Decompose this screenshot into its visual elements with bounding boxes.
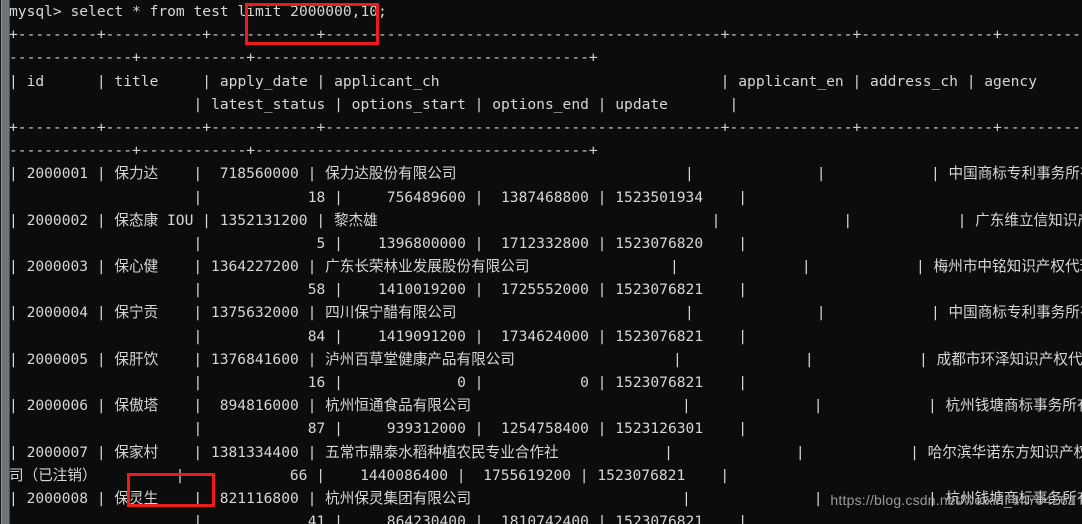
- table-row[interactable]: | 2000004 | 保宁贡 | 1375632000 | 四川保宁醋有限公司…: [9, 301, 1082, 324]
- table-row-continuation[interactable]: | 58 | 1410019200 | 1725552000 | 1523076…: [9, 278, 1082, 301]
- separator-top-b: --------------+------------+------------…: [9, 49, 598, 67]
- terminal-window: mysql> select * from test limit 2000000,…: [0, 0, 1082, 524]
- separator-header-a: +---------+-----------+------------+----…: [9, 118, 1082, 136]
- table-header-line-2: | latest_status | options_start | option…: [9, 95, 739, 113]
- table-row-continuation[interactable]: 司（已注销） | 66 | 1440086400 | 1755619200 | …: [9, 464, 1082, 487]
- table-row-continuation[interactable]: | 18 | 756489600 | 1387468800 | 15235019…: [9, 186, 1082, 209]
- scrollbar-track[interactable]: [0, 0, 10, 524]
- table-row[interactable]: | 2000006 | 保傲塔 | 894816000 | 杭州恒通食品有限公司…: [9, 394, 1082, 417]
- terminal-output[interactable]: mysql> select * from test limit 2000000,…: [9, 0, 1082, 524]
- table-row-continuation[interactable]: | 84 | 1419091200 | 1734624000 | 1523076…: [9, 325, 1082, 348]
- watermark-url: https://blog.csdn.net/weixin_44704261: [830, 492, 1076, 508]
- command-line[interactable]: mysql> select * from test limit 2000000,…: [9, 0, 1082, 23]
- table-row-continuation[interactable]: | 5 | 1396800000 | 1712332800 | 15230768…: [9, 232, 1082, 255]
- table-row[interactable]: | 2000005 | 保肝饮 | 1376841600 | 泸州百草堂健康产品…: [9, 348, 1082, 371]
- table-row[interactable]: | 2000007 | 保家村 | 1381334400 | 五常市鼎泰水稻种植…: [9, 441, 1082, 464]
- table-row[interactable]: | 2000002 | 保态康 IOU | 1352131200 | 黎杰雄 |…: [9, 209, 1082, 232]
- table-row-continuation[interactable]: | 41 | 864230400 | 1810742400 | 15230768…: [9, 510, 1082, 524]
- table-row[interactable]: | 2000003 | 保心健 | 1364227200 | 广东长荣林业发展股…: [9, 255, 1082, 278]
- table-row-continuation[interactable]: | 16 | 0 | 0 | 1523076821 |: [9, 371, 1082, 394]
- table-row[interactable]: | 2000001 | 保力达 | 718560000 | 保力达股份有限公司 …: [9, 162, 1082, 185]
- table-header-line-1: | id | title | apply_date | applicant_ch…: [9, 72, 1037, 90]
- table-row-continuation[interactable]: | 87 | 939312000 | 1254758400 | 15231263…: [9, 417, 1082, 440]
- separator-top-a: +---------+-----------+------------+----…: [9, 26, 1082, 44]
- separator-header-b: --------------+------------+------------…: [9, 142, 598, 160]
